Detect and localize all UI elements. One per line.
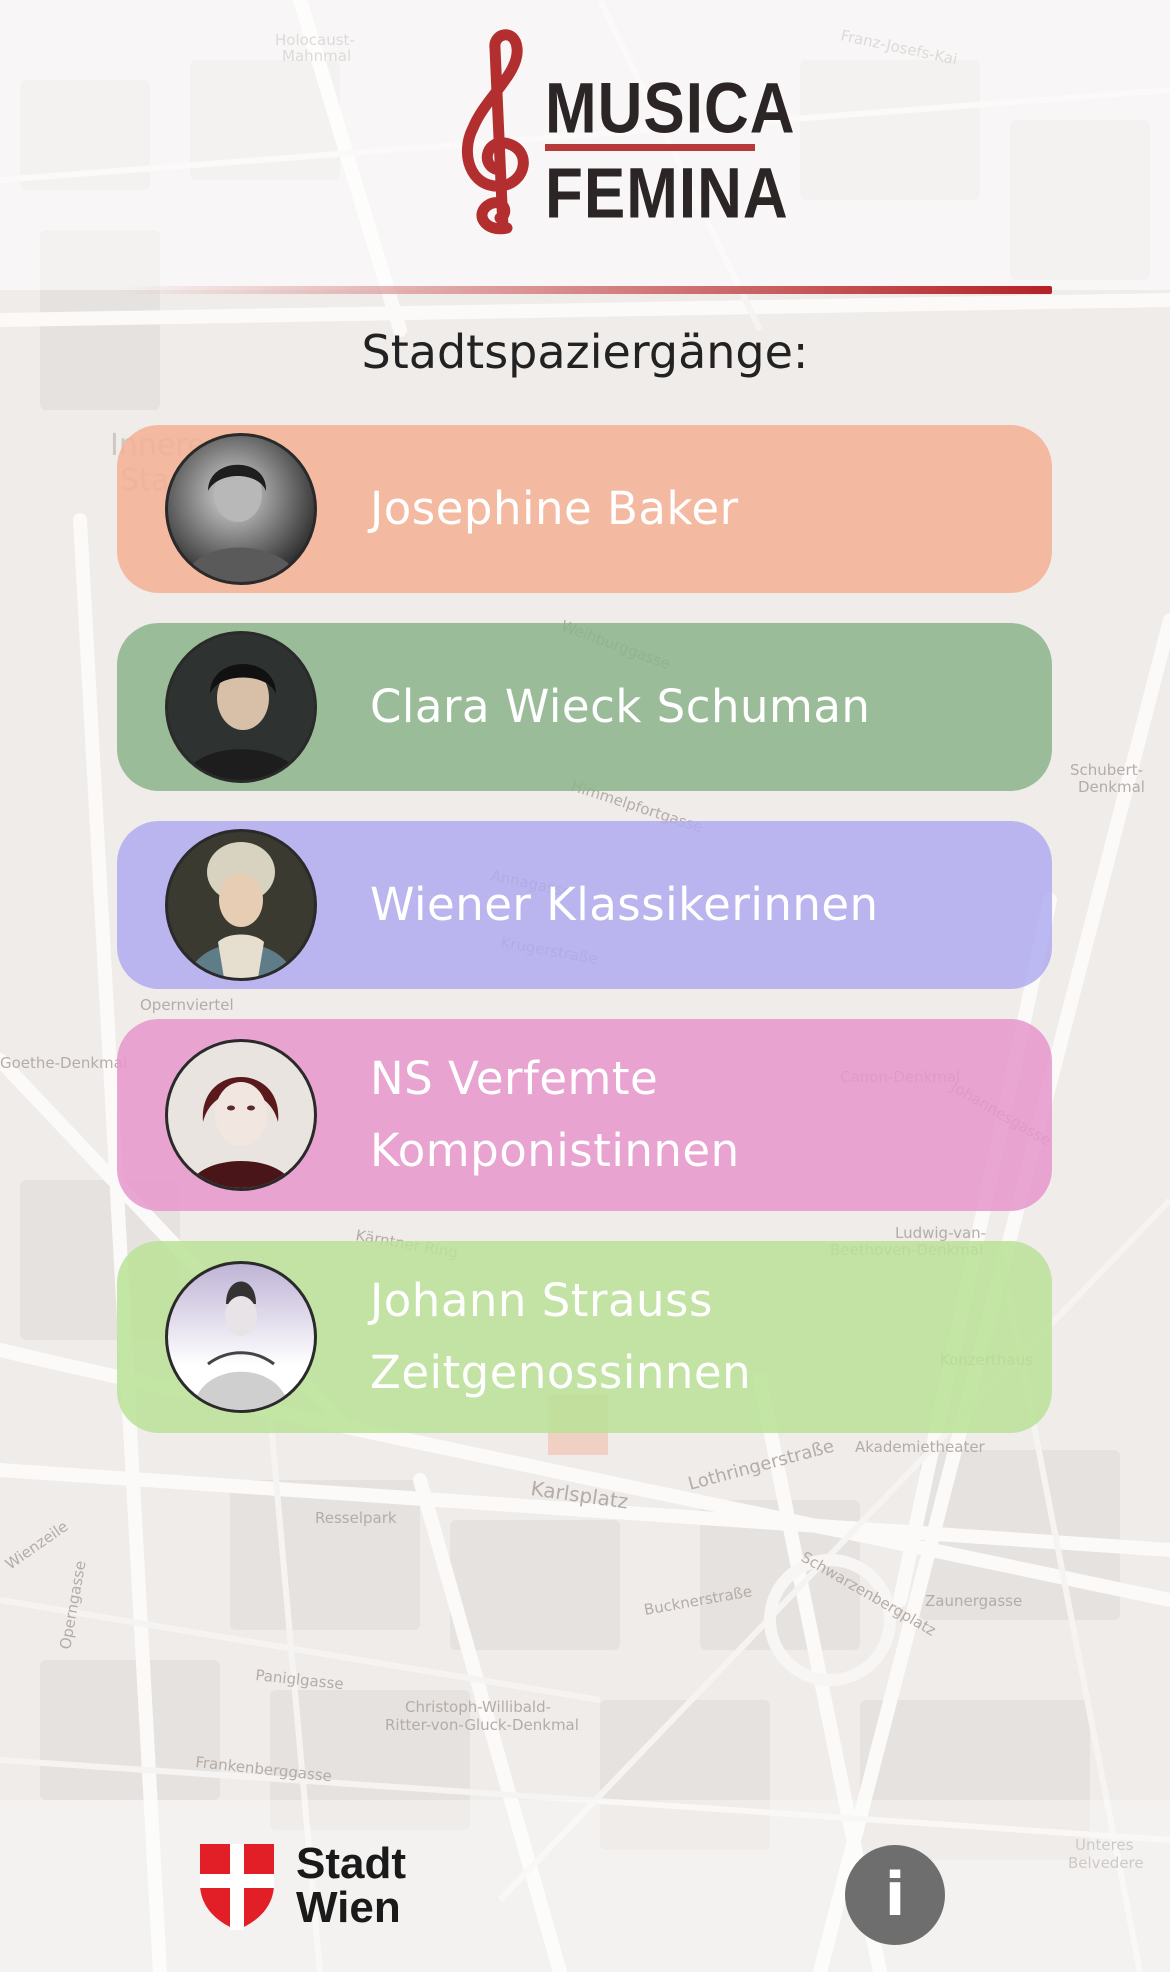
info-icon: i: [884, 1860, 906, 1930]
page-subtitle: Stadtspaziergänge:: [361, 325, 809, 379]
walk-button-johann-strauss-zeitgenossinnen[interactable]: Johann Strauss Zeitgenossinnen: [117, 1241, 1052, 1433]
svg-text:Resselpark: Resselpark: [315, 1509, 397, 1527]
walk-button-wiener-klassikerinnen[interactable]: Wiener Klassikerinnen: [117, 821, 1052, 989]
svg-text:Goethe-Denkmal: Goethe-Denkmal: [0, 1054, 127, 1072]
svg-text:Denkmal: Denkmal: [1078, 778, 1145, 796]
walk-label-line-1: Johann Strauss: [370, 1274, 713, 1327]
walk-label-line-2: Zeitgenossinnen: [370, 1346, 752, 1399]
svg-text:Schubert-: Schubert-: [1070, 761, 1143, 779]
walk-label-clara-wieck-schuman: Clara Wieck Schuman: [370, 680, 871, 733]
logo-word-musica: MUSICA: [545, 69, 796, 149]
logo-bar: [545, 144, 755, 151]
svg-text:Ritter-von-Gluck-Denkmal: Ritter-von-Gluck-Denkmal: [385, 1716, 579, 1734]
walk-button-clara-wieck-schuman[interactable]: Clara Wieck Schuman: [117, 623, 1052, 791]
walk-label-line-2: Komponistinnen: [370, 1124, 740, 1177]
walk-label-ns-verfemte-komponistinnen: NS Verfemte Komponistinnen: [370, 1043, 1022, 1187]
info-button[interactable]: i: [845, 1845, 945, 1945]
portrait-ns-composer-icon: [165, 1039, 317, 1191]
portrait-classical-woman-icon: [165, 829, 317, 981]
stadt-wien-logo: Stadt Wien: [200, 1842, 430, 1932]
walk-label-josephine-baker: Josephine Baker: [370, 482, 739, 535]
portrait-clara-wieck-schumann-icon: [165, 631, 317, 783]
vienna-shield-icon: [200, 1844, 274, 1930]
stadt-wien-line-2: Wien: [296, 1883, 401, 1932]
walk-label-wiener-klassikerinnen: Wiener Klassikerinnen: [370, 878, 879, 931]
musica-femina-logo: MUSICA FEMINA: [455, 28, 795, 248]
portrait-strauss-era-woman-icon: [165, 1261, 317, 1413]
portrait-josephine-baker-icon: [165, 433, 317, 585]
header-divider: [120, 286, 1052, 294]
stadt-wien-wordmark: Stadt Wien: [296, 1842, 406, 1930]
stadt-wien-line-1: Stadt: [296, 1839, 406, 1888]
walk-label-line-1: NS Verfemte: [370, 1052, 659, 1105]
svg-text:Ludwig-van-: Ludwig-van-: [895, 1224, 986, 1242]
walk-label-johann-strauss-zeitgenossinnen: Johann Strauss Zeitgenossinnen: [370, 1265, 1022, 1409]
treble-clef-icon: [461, 29, 529, 235]
logo-word-femina: FEMINA: [545, 154, 789, 234]
svg-text:Akademietheater: Akademietheater: [855, 1438, 986, 1456]
walk-button-josephine-baker[interactable]: Josephine Baker: [117, 425, 1052, 593]
footer-backdrop: [0, 1800, 1170, 1972]
svg-text:Christoph-Willibald-: Christoph-Willibald-: [405, 1698, 551, 1716]
svg-text:Opernviertel: Opernviertel: [140, 996, 234, 1014]
walk-button-ns-verfemte-komponistinnen[interactable]: NS Verfemte Komponistinnen: [117, 1019, 1052, 1211]
svg-text:Zaunergasse: Zaunergasse: [925, 1592, 1022, 1610]
